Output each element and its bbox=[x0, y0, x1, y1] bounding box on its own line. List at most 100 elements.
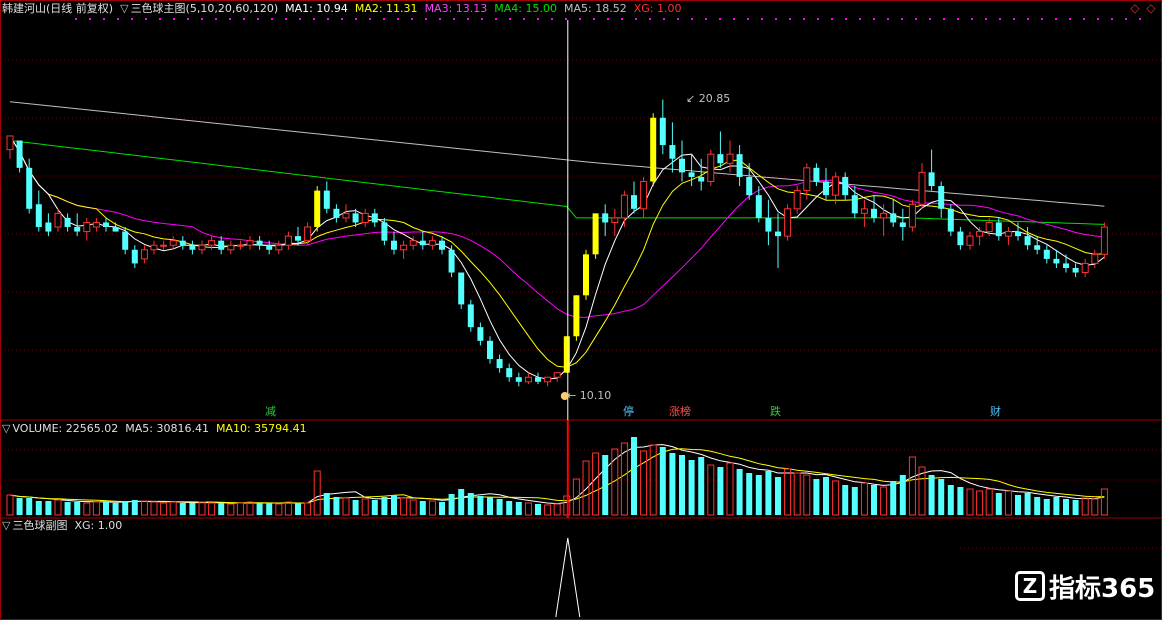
diamond-icon[interactable]: ◇ bbox=[1130, 1, 1140, 15]
candle-body bbox=[803, 167, 811, 192]
top-dot bbox=[593, 18, 595, 20]
volume-bar bbox=[227, 503, 235, 516]
volume-bar bbox=[851, 487, 858, 515]
volume-bar bbox=[284, 501, 292, 516]
volume-bar bbox=[103, 501, 109, 515]
volume-bar bbox=[640, 450, 648, 516]
top-dot bbox=[1027, 18, 1029, 20]
candle-body bbox=[755, 195, 762, 218]
top-dot bbox=[537, 18, 539, 20]
triangle-down-icon[interactable]: ▽ bbox=[2, 422, 10, 435]
ma2-line bbox=[9, 135, 1105, 368]
top-dot bbox=[831, 18, 833, 20]
candle-body bbox=[83, 221, 91, 233]
volume-bar bbox=[458, 489, 465, 515]
candle-body bbox=[506, 368, 513, 378]
volume-bar bbox=[669, 453, 676, 515]
candle-body bbox=[775, 231, 781, 237]
volume-bar bbox=[198, 501, 206, 516]
candle-body bbox=[620, 194, 628, 219]
marker-reduce[interactable]: 减 bbox=[263, 404, 278, 419]
candle-body bbox=[957, 231, 964, 246]
stock-title[interactable]: 韩建河山(日线 前复权) bbox=[2, 2, 113, 15]
top-dot bbox=[131, 18, 133, 20]
top-dot bbox=[1013, 18, 1015, 20]
candle-body bbox=[198, 244, 206, 251]
candle-body bbox=[1004, 231, 1012, 237]
watermark-text: 指标365 bbox=[1049, 573, 1156, 604]
diamond-icon[interactable]: ◇ bbox=[1146, 1, 1156, 15]
triangle-down-icon[interactable]: ▽ bbox=[2, 519, 10, 532]
candle-body bbox=[736, 154, 743, 177]
sub-indicator-header: ▽ 三色球副图 XG: 1.00 bbox=[2, 519, 129, 533]
marker-limit-list[interactable]: 涨榜 bbox=[667, 404, 693, 419]
indicator-name[interactable]: 三色球主图(5,10,20,60,120) bbox=[131, 2, 279, 15]
volume-bar bbox=[16, 498, 23, 515]
chart-canvas[interactable] bbox=[0, 0, 1162, 620]
top-dot bbox=[1069, 18, 1071, 20]
volume-bar bbox=[1024, 493, 1031, 515]
top-dot bbox=[607, 18, 609, 20]
low-price-label: ← 10.10 bbox=[567, 389, 612, 402]
volume-bar bbox=[428, 500, 436, 516]
top-dot bbox=[327, 18, 329, 20]
candle-body bbox=[16, 140, 23, 168]
candle-body bbox=[928, 172, 935, 187]
volume-bar bbox=[323, 493, 330, 515]
volume-bar bbox=[74, 502, 81, 515]
candle-body bbox=[698, 176, 705, 182]
candle-body bbox=[515, 377, 522, 382]
top-dot bbox=[677, 18, 679, 20]
volume-bar bbox=[823, 477, 829, 515]
volume-bar bbox=[679, 455, 685, 515]
volume-bar bbox=[736, 469, 743, 515]
candle-body bbox=[409, 240, 417, 246]
candle-body bbox=[544, 376, 552, 383]
marker-fall[interactable]: 跌 bbox=[768, 404, 783, 419]
top-dot bbox=[271, 18, 273, 20]
candle-body bbox=[160, 244, 168, 247]
candle-body bbox=[650, 117, 657, 182]
sub-indicator-name[interactable]: 三色球副图 bbox=[12, 519, 67, 532]
top-dot bbox=[397, 18, 399, 20]
candle-body bbox=[35, 204, 42, 228]
volume-bar bbox=[717, 467, 724, 515]
volume-bar bbox=[1053, 497, 1060, 515]
candle-body bbox=[103, 222, 109, 228]
candle-body bbox=[400, 244, 408, 251]
top-dot bbox=[89, 18, 91, 20]
top-dot bbox=[719, 18, 721, 20]
volume-bar bbox=[1004, 490, 1012, 516]
top-dot bbox=[915, 18, 917, 20]
top-dot bbox=[1111, 18, 1113, 20]
volume-bar bbox=[553, 503, 561, 516]
candle-body bbox=[477, 327, 484, 341]
volume-bar bbox=[169, 501, 177, 516]
candle-body bbox=[1081, 262, 1089, 274]
volume-bar bbox=[899, 475, 906, 515]
volume-bar bbox=[860, 482, 868, 516]
candle-body bbox=[1053, 258, 1060, 264]
volume-bar bbox=[726, 462, 734, 516]
top-dot bbox=[775, 18, 777, 20]
top-dot bbox=[383, 18, 385, 20]
triangle-down-icon[interactable]: ▽ bbox=[120, 2, 128, 15]
candle-body bbox=[631, 195, 637, 209]
top-dot bbox=[257, 18, 259, 20]
candle-body bbox=[535, 377, 541, 382]
top-dot bbox=[453, 18, 455, 20]
top-dot bbox=[999, 18, 1001, 20]
top-dot bbox=[243, 18, 245, 20]
marker-halt[interactable]: 停 bbox=[621, 404, 636, 419]
marker-finance[interactable]: 财 bbox=[988, 404, 1003, 419]
candle-body bbox=[284, 235, 292, 246]
volume-bar bbox=[755, 475, 762, 515]
candle-body bbox=[947, 208, 954, 232]
top-dot bbox=[621, 18, 623, 20]
volume-bar bbox=[803, 474, 811, 516]
candle-body bbox=[304, 226, 312, 242]
volume-bar bbox=[131, 500, 138, 515]
volume-bar bbox=[64, 502, 71, 515]
candle-body bbox=[246, 240, 254, 246]
candle-body bbox=[275, 244, 283, 251]
